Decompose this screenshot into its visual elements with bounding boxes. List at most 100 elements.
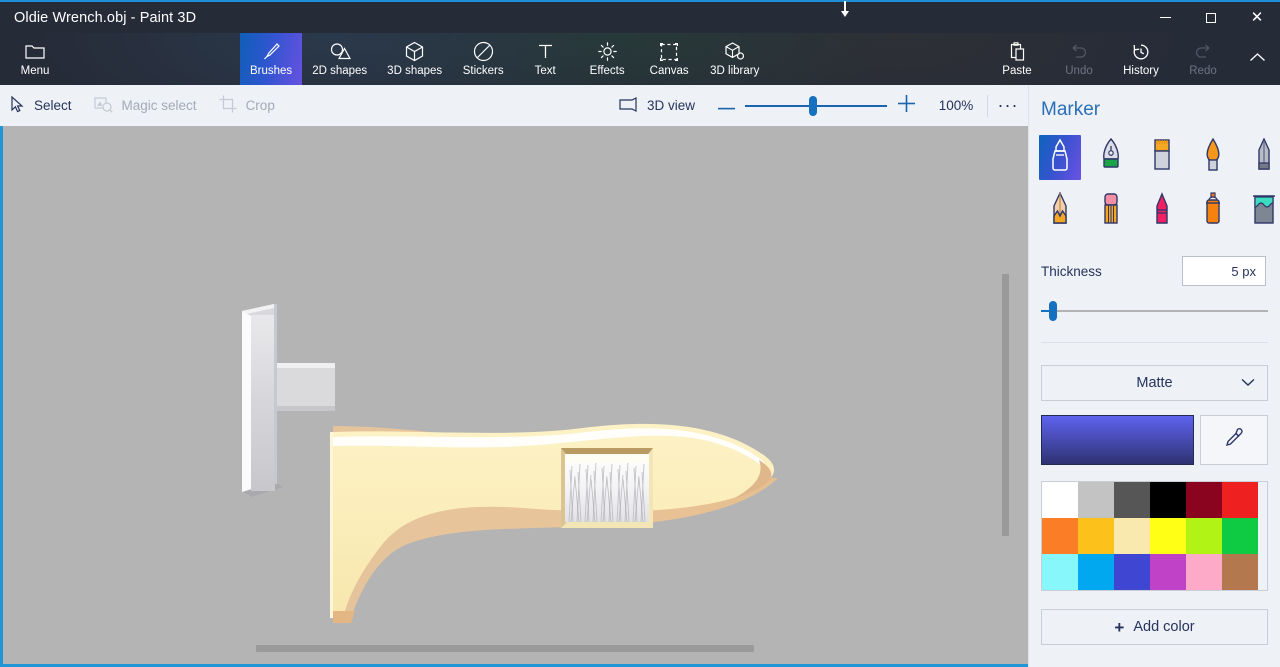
- brush-panel: Marker Thickness 5 px Matte + Add color: [1028, 85, 1280, 667]
- select-button[interactable]: Select: [0, 85, 84, 126]
- more-options-button[interactable]: ···: [988, 85, 1028, 126]
- color-swatch[interactable]: [1150, 482, 1186, 518]
- plus-icon: [897, 94, 915, 117]
- tool-3d-library[interactable]: 3D library: [700, 33, 769, 85]
- zoom-slider[interactable]: [745, 85, 887, 126]
- brush-fill[interactable]: [1243, 189, 1280, 234]
- brush-pixel-pen[interactable]: [1243, 135, 1280, 180]
- brush-pencil[interactable]: [1039, 189, 1081, 234]
- brush-eraser[interactable]: [1090, 189, 1132, 234]
- 3d-view-button[interactable]: 3D view: [609, 85, 707, 126]
- history-icon: [1131, 41, 1151, 62]
- zoom-controls: 100% ···: [707, 85, 1028, 126]
- material-dropdown[interactable]: Matte: [1041, 365, 1268, 401]
- minimize-button[interactable]: [1142, 2, 1188, 33]
- crop-button[interactable]: Crop: [209, 85, 287, 126]
- panel-divider: [1041, 342, 1268, 343]
- brush-marker[interactable]: [1039, 135, 1081, 180]
- brush-calligraphy-pen[interactable]: [1090, 135, 1132, 180]
- collapse-ribbon-button[interactable]: [1234, 33, 1280, 85]
- color-swatch[interactable]: [1042, 554, 1078, 590]
- tool-brushes[interactable]: Brushes: [240, 33, 303, 85]
- thickness-label: Thickness: [1041, 263, 1102, 279]
- color-swatch[interactable]: [1114, 482, 1150, 518]
- brush-spray-can[interactable]: [1192, 189, 1234, 234]
- tool-effects[interactable]: Effects: [576, 33, 638, 85]
- crop-icon: [219, 95, 237, 116]
- zoom-slider-thumb[interactable]: [809, 96, 817, 116]
- color-swatch[interactable]: [1186, 482, 1222, 518]
- color-swatch[interactable]: [1222, 482, 1258, 518]
- tool-brushes-label: Brushes: [250, 65, 293, 77]
- thickness-input[interactable]: 5 px: [1182, 256, 1266, 286]
- color-swatch[interactable]: [1186, 554, 1222, 590]
- ribbon-tools-group: Brushes 2D shapes 3D shapes Stickers Tex…: [240, 33, 769, 85]
- redo-button[interactable]: Redo: [1172, 33, 1234, 85]
- color-swatch[interactable]: [1042, 482, 1078, 518]
- tool-2d-shapes[interactable]: 2D shapes: [302, 33, 377, 85]
- maximize-button[interactable]: [1188, 2, 1234, 33]
- paste-button[interactable]: Paste: [986, 33, 1048, 85]
- pencil-icon: [1050, 191, 1070, 231]
- color-swatch[interactable]: [1042, 518, 1078, 554]
- tool-canvas[interactable]: Canvas: [638, 33, 700, 85]
- sticker-icon: [473, 41, 494, 62]
- window-title: Oldie Wrench.obj - Paint 3D: [14, 9, 197, 26]
- color-swatch[interactable]: [1078, 554, 1114, 590]
- tool-stickers-label: Stickers: [462, 65, 504, 77]
- tool-3d-library-label: 3D library: [710, 65, 760, 77]
- magic-select-button[interactable]: Magic select: [84, 85, 209, 126]
- crop-label: Crop: [245, 98, 275, 113]
- brush-oil-brush[interactable]: [1141, 135, 1183, 180]
- current-color-swatch[interactable]: [1041, 415, 1194, 465]
- tool-text[interactable]: Text: [514, 33, 576, 85]
- color-swatch[interactable]: [1186, 518, 1222, 554]
- close-button[interactable]: ✕: [1234, 2, 1280, 33]
- brush-icon: [261, 41, 282, 62]
- marker-icon: [1047, 138, 1073, 177]
- add-color-label: Add color: [1133, 619, 1195, 635]
- thickness-slider[interactable]: [1041, 300, 1268, 322]
- zoom-level: 100%: [938, 98, 974, 113]
- plus-icon: +: [1114, 617, 1125, 637]
- zoom-in-button[interactable]: [887, 85, 925, 126]
- color-swatch[interactable]: [1114, 518, 1150, 554]
- zoom-out-button[interactable]: [707, 85, 745, 126]
- text-icon: [536, 41, 555, 62]
- color-swatch[interactable]: [1078, 518, 1114, 554]
- color-swatch[interactable]: [1114, 554, 1150, 590]
- minimize-icon: [1159, 17, 1171, 18]
- clipboard-icon: [1009, 41, 1026, 62]
- tool-3d-shapes[interactable]: 3D shapes: [377, 33, 452, 85]
- color-swatch[interactable]: [1150, 518, 1186, 554]
- color-swatch[interactable]: [1222, 554, 1258, 590]
- color-palette: [1041, 481, 1268, 591]
- folder-icon: [25, 41, 45, 62]
- ribbon-toolbar: Menu Brushes 2D shapes 3D shapes Sticker…: [0, 33, 1280, 85]
- color-swatch[interactable]: [1078, 482, 1114, 518]
- effects-icon: [597, 41, 618, 62]
- brush-crayon[interactable]: [1141, 189, 1183, 234]
- canvas-area[interactable]: [0, 126, 1028, 667]
- window-controls: ✕: [1142, 2, 1280, 33]
- canvas-vertical-scrollbar[interactable]: [1002, 274, 1009, 536]
- tool-3d-shapes-label: 3D shapes: [387, 65, 443, 77]
- material-value: Matte: [1136, 375, 1173, 391]
- tool-stickers[interactable]: Stickers: [452, 33, 514, 85]
- color-swatch[interactable]: [1222, 518, 1258, 554]
- add-color-button[interactable]: + Add color: [1041, 609, 1268, 645]
- canvas-horizontal-scrollbar[interactable]: [256, 645, 754, 652]
- crayon-icon: [1152, 192, 1172, 231]
- history-button[interactable]: History: [1110, 33, 1172, 85]
- eyedropper-button[interactable]: [1200, 415, 1268, 465]
- menu-button[interactable]: Menu: [0, 33, 70, 85]
- color-row: [1041, 415, 1268, 465]
- minus-icon: [717, 97, 735, 115]
- panel-title: Marker: [1041, 99, 1101, 120]
- ribbon-actions-group: Paste Undo History Redo: [986, 33, 1280, 85]
- thickness-slider-thumb[interactable]: [1049, 301, 1057, 321]
- brush-watercolor[interactable]: [1192, 135, 1234, 180]
- undo-button[interactable]: Undo: [1048, 33, 1110, 85]
- 3d-paintbrush-model[interactable]: [3, 126, 1028, 664]
- color-swatch[interactable]: [1150, 554, 1186, 590]
